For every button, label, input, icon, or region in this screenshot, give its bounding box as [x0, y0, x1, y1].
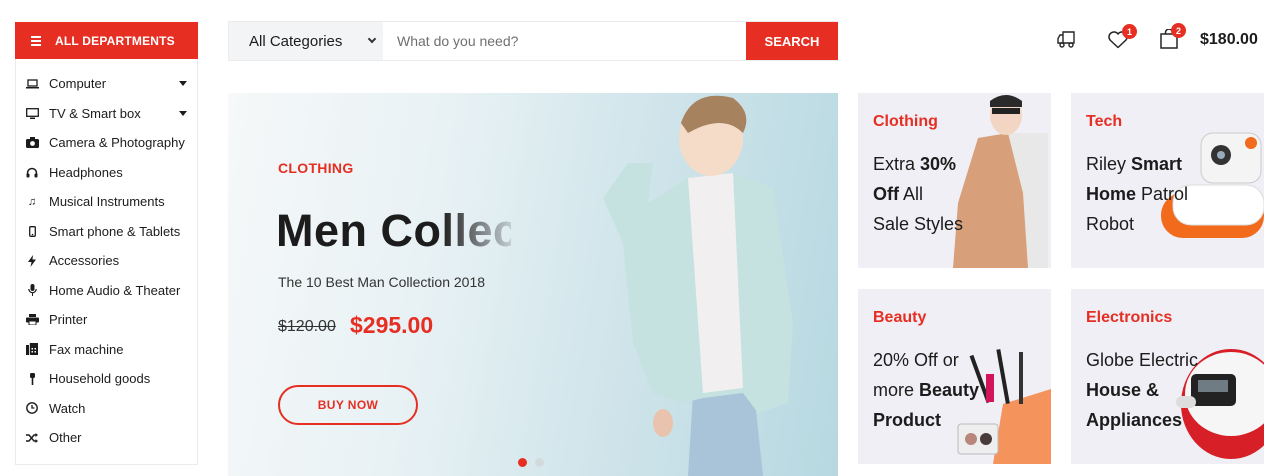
promo-text: Extra 30% Off All Sale Styles [873, 149, 963, 239]
music-icon: ♫ [27, 195, 37, 208]
department-label: Accessories [49, 253, 120, 269]
caret-down-icon[interactable] [179, 81, 187, 86]
promo-card-electronics[interactable]: Electronics Globe Electric House & Appli… [1071, 289, 1264, 464]
department-label: TV & Smart box [49, 105, 141, 121]
promo-card-beauty[interactable]: Beauty 20% Off or more Beauty Product [858, 289, 1051, 464]
fax-icon [25, 343, 39, 356]
department-item-computer[interactable]: Computer [16, 69, 197, 99]
hero-model-image [603, 95, 793, 476]
department-label: Watch [49, 400, 86, 416]
hero-category: CLOTHING [278, 160, 354, 176]
hero-new-price: $295.00 [350, 312, 434, 338]
slider-dot-1[interactable] [518, 458, 527, 467]
slider-dot-2[interactable] [535, 458, 544, 467]
slider-dots [518, 458, 544, 467]
hero-banner: CLOTHING Men Collection The 10 Best Man … [228, 93, 838, 476]
promo-card-clothing[interactable]: Clothing Extra 30% Off All Sale Styles [858, 93, 1051, 268]
department-item-tv-smart-box[interactable]: TV & Smart box [16, 99, 197, 129]
promo-text: Riley Smart Home Patrol Robot [1086, 149, 1188, 239]
department-label: Musical Instruments [49, 194, 165, 210]
menu-icon [31, 35, 41, 46]
promo-text: Globe Electric House & Appliances [1086, 345, 1198, 435]
wishlist-button[interactable]: 1 [1107, 24, 1137, 54]
promo-text-part: Patrol [1136, 184, 1189, 204]
page: ALL DEPARTMENTS Computer TV & Smart box … [0, 0, 1285, 476]
hero-subtitle: The 10 Best Man Collection 2018 [278, 274, 486, 290]
hero-title: Men Collection [276, 205, 511, 256]
department-item-camera[interactable]: Camera & Photography [16, 128, 197, 158]
promo-text-part: Extra [873, 154, 921, 174]
department-label: Smart phone & Tablets [49, 223, 181, 239]
promo-text-bold: Beauty [919, 380, 980, 400]
cart-total[interactable]: $180.00 [1200, 31, 1258, 49]
cart-button[interactable]: 2 [1160, 23, 1186, 54]
headphones-icon [25, 167, 39, 178]
promo-text: 20% Off or more Beauty Product [873, 345, 979, 435]
all-departments-button[interactable]: ALL DEPARTMENTS [15, 22, 198, 59]
promo-text-part: Sale Styles [873, 214, 964, 234]
shipping-truck-icon[interactable] [1057, 29, 1081, 54]
promo-text-bold: 30% [920, 154, 957, 174]
department-label: Computer [49, 76, 107, 92]
department-item-smartphone-tablets[interactable]: Smart phone & Tablets [16, 217, 197, 247]
microphone-icon [25, 284, 39, 297]
departments-list: Computer TV & Smart box Camera & Photogr… [15, 59, 198, 465]
department-label: Household goods [49, 371, 151, 387]
department-label: Headphones [49, 164, 123, 180]
category-select[interactable]: All Categories [229, 22, 383, 60]
wishlist-count-badge: 1 [1122, 24, 1137, 39]
promo-category: Clothing [873, 113, 938, 130]
promo-text-part: more [873, 380, 920, 400]
hero-old-price: $120.00 [278, 318, 336, 335]
department-item-accessories[interactable]: Accessories [16, 246, 197, 276]
brush-icon [25, 372, 39, 385]
department-label: Fax machine [49, 341, 124, 357]
department-item-household-goods[interactable]: Household goods [16, 364, 197, 394]
caret-down-icon[interactable] [179, 110, 187, 116]
clothing-model-image [953, 95, 1048, 268]
tv-icon [25, 107, 39, 119]
department-item-other[interactable]: Other [16, 423, 197, 453]
smartphone-icon [25, 225, 39, 237]
promo-text-part: Riley [1086, 154, 1132, 174]
all-departments-label: ALL DEPARTMENTS [55, 33, 175, 48]
department-item-home-audio[interactable]: Home Audio & Theater [16, 276, 197, 306]
promo-text-bold: Smart [1131, 154, 1183, 174]
bolt-icon [25, 254, 39, 267]
department-item-musical-instruments[interactable]: ♫ Musical Instruments [16, 187, 197, 217]
promo-text-bold: House & [1086, 380, 1160, 400]
clock-icon [25, 402, 39, 415]
promo-card-tech[interactable]: Tech Riley Smart Home Patrol Robot [1071, 93, 1264, 268]
laptop-icon [25, 79, 39, 89]
cart-count-badge: 2 [1171, 23, 1186, 38]
promo-text-part: Globe Electric [1086, 350, 1199, 370]
department-item-printer[interactable]: Printer [16, 305, 197, 335]
department-item-watch[interactable]: Watch [16, 394, 197, 424]
search-bar: All Categories SEARCH [228, 21, 838, 61]
promo-text-part: 20% Off or [873, 350, 959, 370]
department-item-fax-machine[interactable]: Fax machine [16, 335, 197, 365]
promo-category: Tech [1086, 113, 1123, 130]
chevron-down-icon [367, 34, 377, 44]
department-item-headphones[interactable]: Headphones [16, 158, 197, 188]
camera-icon [25, 137, 39, 149]
department-label: Other [49, 430, 82, 446]
promo-text-bold: Home [1086, 184, 1137, 204]
promo-text-bold: Product [873, 410, 942, 430]
department-label: Home Audio & Theater [49, 282, 181, 298]
promo-text-part: All [899, 184, 924, 204]
shuffle-icon [25, 432, 39, 443]
promo-category: Electronics [1086, 309, 1173, 326]
department-label: Camera & Photography [49, 135, 185, 151]
promo-text-bold: Appliances [1086, 410, 1183, 430]
printer-icon [25, 314, 39, 326]
category-select-value: All Categories [249, 32, 343, 50]
promo-category: Beauty [873, 309, 927, 326]
search-input[interactable] [383, 22, 746, 60]
department-label: Printer [49, 312, 88, 328]
search-button[interactable]: SEARCH [746, 22, 838, 60]
buy-now-button[interactable]: BUY NOW [278, 385, 418, 425]
promo-text-bold: Off [873, 184, 899, 204]
promo-text-part: Robot [1086, 214, 1135, 234]
